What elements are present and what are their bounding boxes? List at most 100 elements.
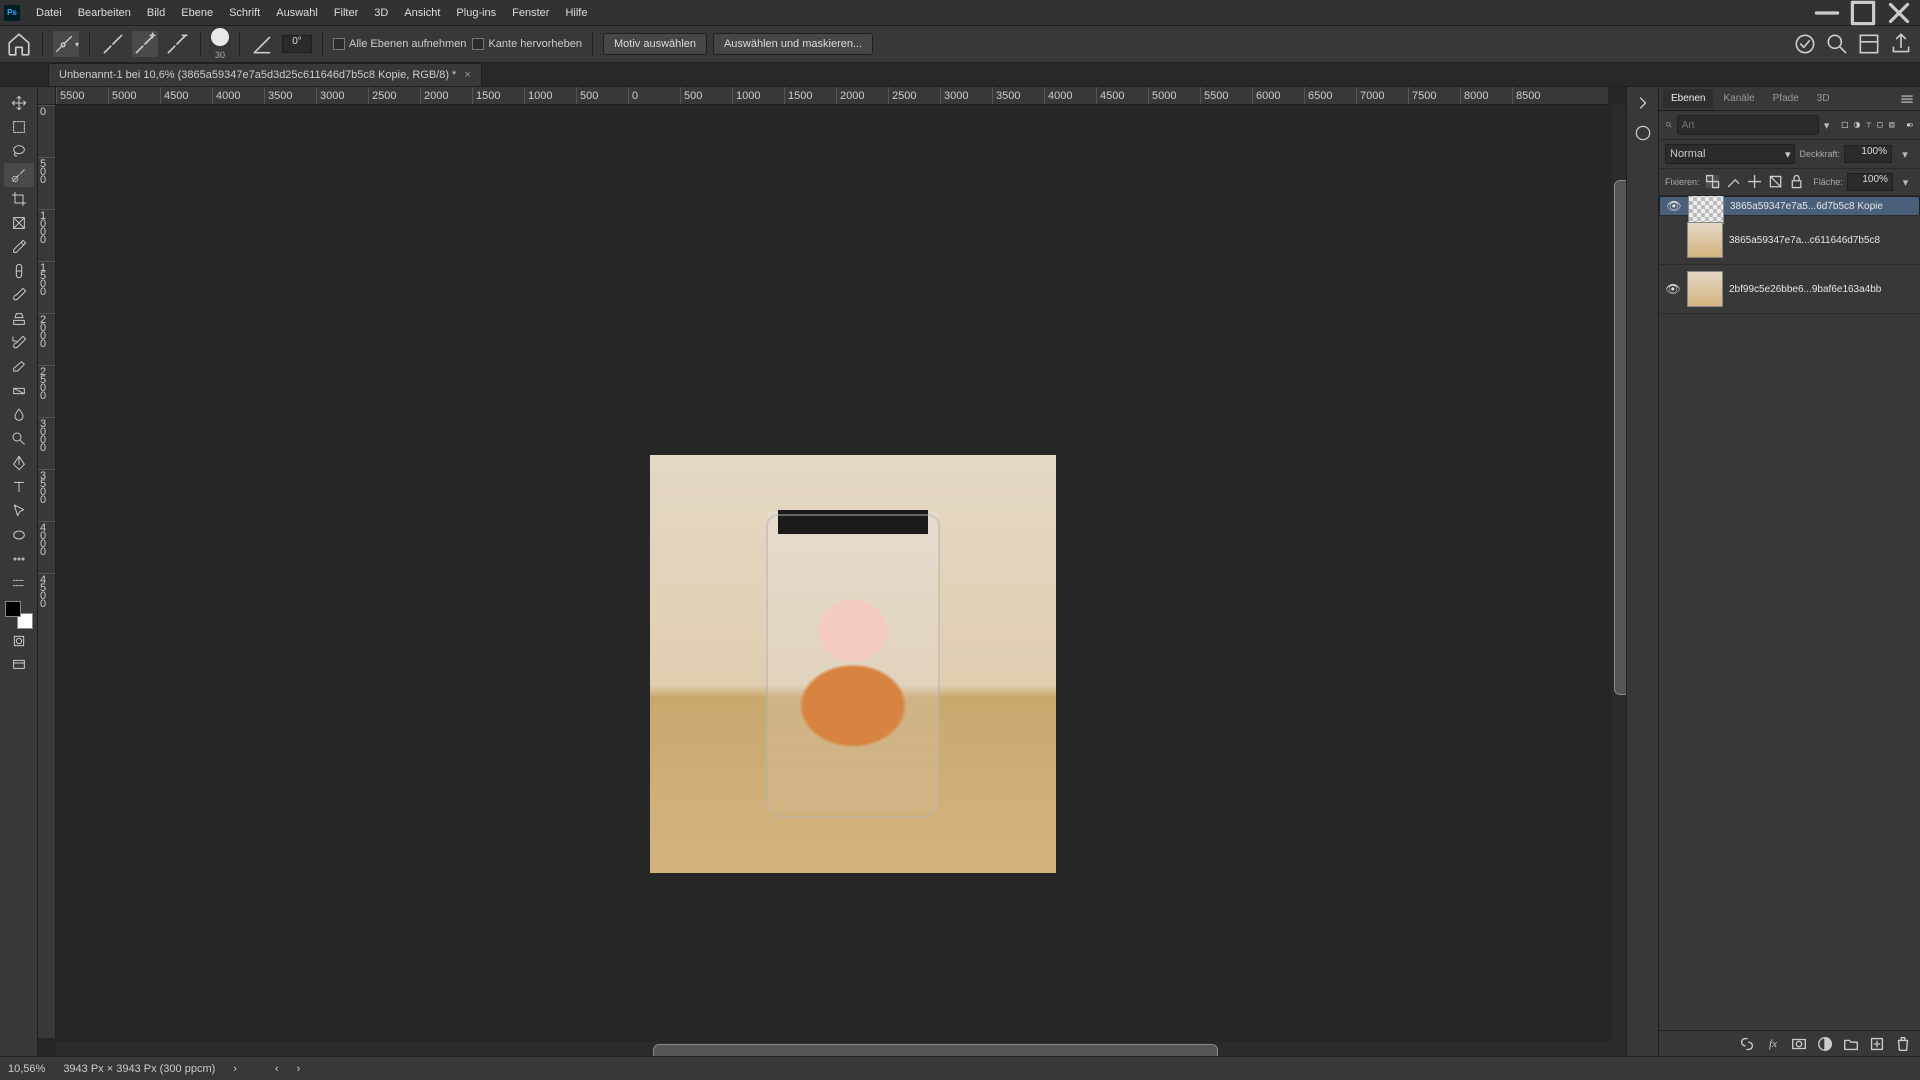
marquee-tool[interactable] xyxy=(4,115,34,139)
share-icon[interactable] xyxy=(1888,31,1914,57)
new-selection-mode[interactable] xyxy=(100,31,126,57)
layer-row[interactable]: 3865a59347e7a...c611646d7b5c8 xyxy=(1659,216,1920,265)
menu-hilfe[interactable]: Hilfe xyxy=(557,3,595,23)
layer-mask-icon[interactable] xyxy=(1790,1035,1808,1053)
window-maximize-button[interactable] xyxy=(1846,3,1880,23)
lock-transparency-icon[interactable] xyxy=(1704,173,1721,191)
ruler-origin[interactable] xyxy=(38,87,56,105)
subtract-selection-mode[interactable] xyxy=(164,31,190,57)
new-layer-icon[interactable] xyxy=(1868,1035,1886,1053)
menu-fenster[interactable]: Fenster xyxy=(504,3,557,23)
enhance-edge-checkbox[interactable]: Kante hervorheben xyxy=(472,38,582,50)
status-nav-next[interactable]: › xyxy=(297,1063,301,1075)
screen-mode-toggle[interactable] xyxy=(4,653,34,677)
adjustment-layer-icon[interactable] xyxy=(1816,1035,1834,1053)
horizontal-scrollbar-thumb[interactable] xyxy=(653,1044,1218,1056)
menu-3d[interactable]: 3D xyxy=(366,3,396,23)
menu-bearbeiten[interactable]: Bearbeiten xyxy=(70,3,139,23)
color-panel-icon[interactable] xyxy=(1633,123,1653,143)
status-disclosure-icon[interactable]: › xyxy=(233,1063,237,1075)
panel-menu-icon[interactable] xyxy=(1898,90,1916,108)
link-layers-icon[interactable] xyxy=(1738,1035,1756,1053)
layer-thumbnail[interactable] xyxy=(1687,222,1723,258)
layer-row[interactable]: 👁 2bf99c5e26bbe6...9baf6e163a4bb xyxy=(1659,265,1920,314)
lasso-tool[interactable] xyxy=(4,139,34,163)
group-layers-icon[interactable] xyxy=(1842,1035,1860,1053)
color-swatches[interactable] xyxy=(5,601,33,629)
layer-visibility-toggle[interactable]: 👁 xyxy=(1666,199,1682,213)
cloud-docs-icon[interactable] xyxy=(1792,31,1818,57)
lock-pixels-icon[interactable] xyxy=(1725,173,1742,191)
layer-filter-dropdown-icon[interactable]: ▾ xyxy=(1823,116,1831,134)
eraser-tool[interactable] xyxy=(4,355,34,379)
history-brush-tool[interactable] xyxy=(4,331,34,355)
opacity-dropdown-icon[interactable]: ▾ xyxy=(1896,145,1914,163)
healing-brush-tool[interactable] xyxy=(4,259,34,283)
fill-input[interactable]: 100% xyxy=(1847,173,1893,191)
brush-picker[interactable]: 30 xyxy=(211,28,229,60)
home-button[interactable] xyxy=(6,31,32,57)
crop-tool[interactable] xyxy=(4,187,34,211)
filter-type-icon[interactable] xyxy=(1865,116,1873,134)
layer-style-icon[interactable]: fx xyxy=(1764,1035,1782,1053)
filter-shape-icon[interactable] xyxy=(1876,116,1884,134)
layer-name[interactable]: 3865a59347e7a...c611646d7b5c8 xyxy=(1729,235,1914,246)
panel-tab-3d[interactable]: 3D xyxy=(1809,89,1838,108)
tool-preset-picker[interactable]: ▾ xyxy=(53,31,79,57)
workspace-switcher-icon[interactable] xyxy=(1856,31,1882,57)
edit-toolbar[interactable] xyxy=(4,571,34,595)
vertical-scrollbar-thumb[interactable] xyxy=(1614,180,1626,695)
panel-tab-pfade[interactable]: Pfade xyxy=(1765,89,1807,108)
brush-tool[interactable] xyxy=(4,283,34,307)
filter-adjustment-icon[interactable] xyxy=(1853,116,1861,134)
menu-ebene[interactable]: Ebene xyxy=(173,3,221,23)
layer-thumbnail[interactable] xyxy=(1687,271,1723,307)
eyedropper-tool[interactable] xyxy=(4,235,34,259)
menu-schrift[interactable]: Schrift xyxy=(221,3,268,23)
document-tab[interactable]: Unbenannt-1 bei 10,6% (3865a59347e7a5d3d… xyxy=(48,63,482,86)
lock-all-icon[interactable] xyxy=(1788,173,1805,191)
panel-tab-ebenen[interactable]: Ebenen xyxy=(1663,89,1713,108)
quick-selection-tool[interactable] xyxy=(4,163,34,187)
shape-tool[interactable] xyxy=(4,523,34,547)
status-zoom[interactable]: 10,56% xyxy=(8,1063,45,1075)
brush-angle-icon[interactable] xyxy=(250,31,276,57)
more-tools[interactable] xyxy=(4,547,34,571)
fill-dropdown-icon[interactable]: ▾ xyxy=(1897,173,1914,191)
brush-angle-input[interactable]: 0° xyxy=(282,35,312,53)
vertical-scrollbar[interactable] xyxy=(1612,105,1626,1042)
blur-tool[interactable] xyxy=(4,403,34,427)
layer-row[interactable]: 👁 3865a59347e7a5...6d7b5c8 Kopie xyxy=(1659,196,1920,216)
clone-stamp-tool[interactable] xyxy=(4,307,34,331)
document-artwork[interactable] xyxy=(650,455,1056,873)
canvas-stage[interactable] xyxy=(56,105,1626,1056)
foreground-color-swatch[interactable] xyxy=(5,601,21,617)
layer-filter-input[interactable] xyxy=(1677,115,1819,135)
blend-mode-select[interactable]: Normal▾ xyxy=(1665,144,1795,164)
type-tool[interactable] xyxy=(4,475,34,499)
lock-position-icon[interactable] xyxy=(1746,173,1763,191)
filter-pixel-icon[interactable] xyxy=(1841,116,1849,134)
add-selection-mode[interactable] xyxy=(132,31,158,57)
layer-visibility-toggle[interactable]: 👁 xyxy=(1665,282,1681,296)
status-dimensions[interactable]: 3943 Px × 3943 Px (300 ppcm) xyxy=(63,1063,215,1075)
document-tab-close-icon[interactable]: × xyxy=(464,69,470,81)
dodge-tool[interactable] xyxy=(4,427,34,451)
window-minimize-button[interactable] xyxy=(1810,3,1844,23)
lock-artboard-icon[interactable] xyxy=(1767,173,1784,191)
menu-ansicht[interactable]: Ansicht xyxy=(396,3,448,23)
menu-plug-ins[interactable]: Plug-ins xyxy=(448,3,504,23)
layer-name[interactable]: 2bf99c5e26bbe6...9baf6e163a4bb xyxy=(1729,284,1914,295)
menu-datei[interactable]: Datei xyxy=(28,3,70,23)
layer-thumbnail[interactable] xyxy=(1688,196,1724,224)
sample-all-layers-checkbox[interactable]: Alle Ebenen aufnehmen xyxy=(333,38,466,50)
layer-name[interactable]: 3865a59347e7a5...6d7b5c8 Kopie xyxy=(1730,201,1913,212)
select-subject-button[interactable]: Motiv auswählen xyxy=(603,33,707,55)
delete-layer-icon[interactable] xyxy=(1894,1035,1912,1053)
path-selection-tool[interactable] xyxy=(4,499,34,523)
horizontal-ruler[interactable]: 5500500045004000350030002500200015001000… xyxy=(56,87,1608,105)
status-nav-prev[interactable]: ‹ xyxy=(275,1063,279,1075)
search-icon[interactable] xyxy=(1824,31,1850,57)
horizontal-scrollbar[interactable] xyxy=(56,1042,1626,1056)
gradient-tool[interactable] xyxy=(4,379,34,403)
